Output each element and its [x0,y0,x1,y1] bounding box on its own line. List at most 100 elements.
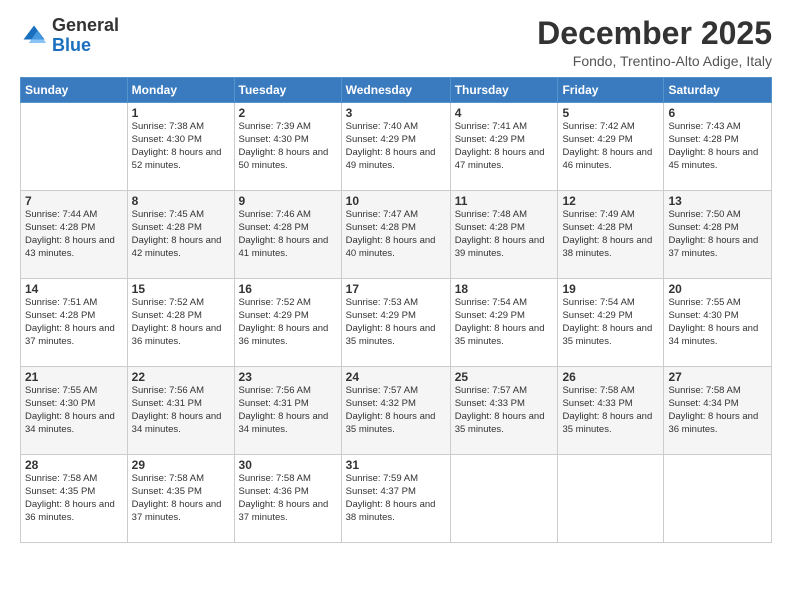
day-detail: Sunrise: 7:51 AMSunset: 4:28 PMDaylight:… [25,297,123,348]
table-row: 21Sunrise: 7:55 AMSunset: 4:30 PMDayligh… [21,367,128,455]
table-row: 31Sunrise: 7:59 AMSunset: 4:37 PMDayligh… [341,455,450,543]
day-number: 11 [455,194,554,208]
table-row: 28Sunrise: 7:58 AMSunset: 4:35 PMDayligh… [21,455,128,543]
day-detail: Sunrise: 7:55 AMSunset: 4:30 PMDaylight:… [668,297,767,348]
day-number: 23 [239,370,337,384]
table-row: 18Sunrise: 7:54 AMSunset: 4:29 PMDayligh… [450,279,558,367]
day-number: 24 [346,370,446,384]
col-monday: Monday [127,78,234,103]
day-detail: Sunrise: 7:50 AMSunset: 4:28 PMDaylight:… [668,209,767,260]
day-detail: Sunrise: 7:56 AMSunset: 4:31 PMDaylight:… [132,385,230,436]
day-number: 7 [25,194,123,208]
calendar-week-row: 28Sunrise: 7:58 AMSunset: 4:35 PMDayligh… [21,455,772,543]
table-row: 22Sunrise: 7:56 AMSunset: 4:31 PMDayligh… [127,367,234,455]
table-row: 12Sunrise: 7:49 AMSunset: 4:28 PMDayligh… [558,191,664,279]
day-number: 22 [132,370,230,384]
day-detail: Sunrise: 7:58 AMSunset: 4:36 PMDaylight:… [239,473,337,524]
calendar-week-row: 7Sunrise: 7:44 AMSunset: 4:28 PMDaylight… [21,191,772,279]
table-row [558,455,664,543]
day-detail: Sunrise: 7:59 AMSunset: 4:37 PMDaylight:… [346,473,446,524]
day-number: 5 [562,106,659,120]
day-number: 17 [346,282,446,296]
day-detail: Sunrise: 7:53 AMSunset: 4:29 PMDaylight:… [346,297,446,348]
table-row: 11Sunrise: 7:48 AMSunset: 4:28 PMDayligh… [450,191,558,279]
day-detail: Sunrise: 7:58 AMSunset: 4:35 PMDaylight:… [25,473,123,524]
day-detail: Sunrise: 7:45 AMSunset: 4:28 PMDaylight:… [132,209,230,260]
day-detail: Sunrise: 7:54 AMSunset: 4:29 PMDaylight:… [562,297,659,348]
col-friday: Friday [558,78,664,103]
table-row [21,103,128,191]
table-row: 15Sunrise: 7:52 AMSunset: 4:28 PMDayligh… [127,279,234,367]
table-row: 23Sunrise: 7:56 AMSunset: 4:31 PMDayligh… [234,367,341,455]
day-number: 26 [562,370,659,384]
day-detail: Sunrise: 7:58 AMSunset: 4:34 PMDaylight:… [668,385,767,436]
month-title: December 2025 [537,16,772,51]
calendar-week-row: 1Sunrise: 7:38 AMSunset: 4:30 PMDaylight… [21,103,772,191]
day-detail: Sunrise: 7:52 AMSunset: 4:29 PMDaylight:… [239,297,337,348]
day-number: 21 [25,370,123,384]
day-number: 25 [455,370,554,384]
table-row [450,455,558,543]
day-number: 18 [455,282,554,296]
logo-text: General Blue [52,16,119,56]
day-number: 15 [132,282,230,296]
day-number: 4 [455,106,554,120]
page: General Blue December 2025 Fondo, Trenti… [0,0,792,612]
table-row: 26Sunrise: 7:58 AMSunset: 4:33 PMDayligh… [558,367,664,455]
day-detail: Sunrise: 7:47 AMSunset: 4:28 PMDaylight:… [346,209,446,260]
table-row: 30Sunrise: 7:58 AMSunset: 4:36 PMDayligh… [234,455,341,543]
day-detail: Sunrise: 7:46 AMSunset: 4:28 PMDaylight:… [239,209,337,260]
day-detail: Sunrise: 7:48 AMSunset: 4:28 PMDaylight:… [455,209,554,260]
table-row: 6Sunrise: 7:43 AMSunset: 4:28 PMDaylight… [664,103,772,191]
day-number: 19 [562,282,659,296]
day-number: 30 [239,458,337,472]
table-row: 17Sunrise: 7:53 AMSunset: 4:29 PMDayligh… [341,279,450,367]
day-detail: Sunrise: 7:57 AMSunset: 4:33 PMDaylight:… [455,385,554,436]
day-number: 29 [132,458,230,472]
table-row: 19Sunrise: 7:54 AMSunset: 4:29 PMDayligh… [558,279,664,367]
calendar-table: Sunday Monday Tuesday Wednesday Thursday… [20,77,772,543]
day-detail: Sunrise: 7:57 AMSunset: 4:32 PMDaylight:… [346,385,446,436]
table-row: 25Sunrise: 7:57 AMSunset: 4:33 PMDayligh… [450,367,558,455]
day-detail: Sunrise: 7:52 AMSunset: 4:28 PMDaylight:… [132,297,230,348]
day-number: 13 [668,194,767,208]
day-detail: Sunrise: 7:42 AMSunset: 4:29 PMDaylight:… [562,121,659,172]
table-row: 3Sunrise: 7:40 AMSunset: 4:29 PMDaylight… [341,103,450,191]
table-row: 29Sunrise: 7:58 AMSunset: 4:35 PMDayligh… [127,455,234,543]
col-thursday: Thursday [450,78,558,103]
table-row: 14Sunrise: 7:51 AMSunset: 4:28 PMDayligh… [21,279,128,367]
day-detail: Sunrise: 7:58 AMSunset: 4:35 PMDaylight:… [132,473,230,524]
day-number: 3 [346,106,446,120]
table-row: 4Sunrise: 7:41 AMSunset: 4:29 PMDaylight… [450,103,558,191]
location: Fondo, Trentino-Alto Adige, Italy [537,53,772,69]
day-number: 9 [239,194,337,208]
day-number: 2 [239,106,337,120]
title-block: December 2025 Fondo, Trentino-Alto Adige… [537,16,772,69]
day-number: 16 [239,282,337,296]
day-detail: Sunrise: 7:58 AMSunset: 4:33 PMDaylight:… [562,385,659,436]
table-row: 16Sunrise: 7:52 AMSunset: 4:29 PMDayligh… [234,279,341,367]
col-tuesday: Tuesday [234,78,341,103]
table-row: 7Sunrise: 7:44 AMSunset: 4:28 PMDaylight… [21,191,128,279]
day-number: 27 [668,370,767,384]
day-detail: Sunrise: 7:38 AMSunset: 4:30 PMDaylight:… [132,121,230,172]
logo-icon [20,22,48,50]
day-number: 12 [562,194,659,208]
day-number: 8 [132,194,230,208]
day-detail: Sunrise: 7:49 AMSunset: 4:28 PMDaylight:… [562,209,659,260]
col-saturday: Saturday [664,78,772,103]
day-detail: Sunrise: 7:44 AMSunset: 4:28 PMDaylight:… [25,209,123,260]
day-detail: Sunrise: 7:43 AMSunset: 4:28 PMDaylight:… [668,121,767,172]
table-row: 8Sunrise: 7:45 AMSunset: 4:28 PMDaylight… [127,191,234,279]
table-row: 24Sunrise: 7:57 AMSunset: 4:32 PMDayligh… [341,367,450,455]
calendar-header-row: Sunday Monday Tuesday Wednesday Thursday… [21,78,772,103]
table-row: 27Sunrise: 7:58 AMSunset: 4:34 PMDayligh… [664,367,772,455]
day-number: 31 [346,458,446,472]
col-wednesday: Wednesday [341,78,450,103]
day-number: 6 [668,106,767,120]
table-row: 9Sunrise: 7:46 AMSunset: 4:28 PMDaylight… [234,191,341,279]
calendar-week-row: 14Sunrise: 7:51 AMSunset: 4:28 PMDayligh… [21,279,772,367]
table-row: 10Sunrise: 7:47 AMSunset: 4:28 PMDayligh… [341,191,450,279]
day-number: 1 [132,106,230,120]
day-number: 20 [668,282,767,296]
